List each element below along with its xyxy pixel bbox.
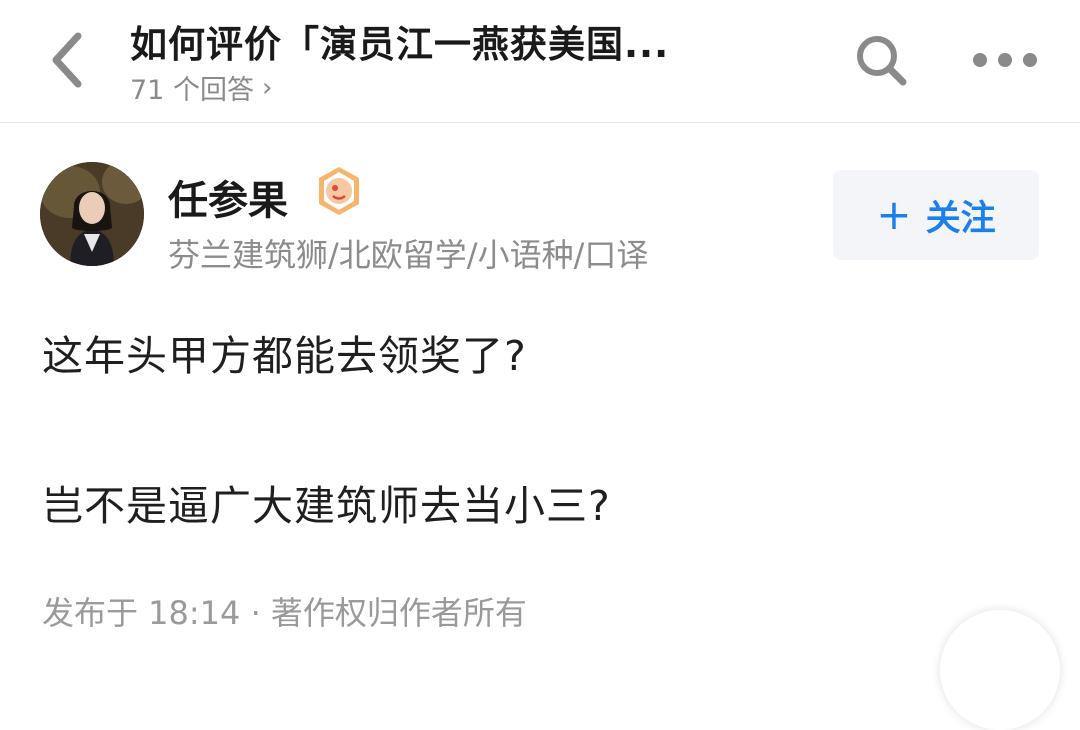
answer-count-link[interactable]: 71 个回答 › [130, 68, 272, 107]
follow-button[interactable]: + 关注 [833, 170, 1039, 260]
answer-paragraph: 这年头甲方都能去领奖了? [42, 332, 527, 380]
answer-paragraph: 岂不是逼广大建筑师去当小三? [42, 482, 611, 530]
plus-icon: + [876, 190, 912, 239]
author-avatar[interactable] [40, 162, 144, 266]
more-icon [973, 53, 1037, 67]
answer-count: 71 个回答 [130, 75, 254, 106]
avatar-image [40, 162, 144, 266]
follow-label: 关注 [925, 198, 996, 239]
search-button[interactable] [848, 30, 914, 90]
floating-action-button[interactable] [940, 610, 1060, 730]
search-icon [857, 36, 907, 86]
back-button[interactable] [40, 28, 96, 92]
top-bar: 如何评价「演员江一燕获美国... 71 个回答 › [0, 0, 1080, 123]
author-bio: 芬兰建筑狮/北欧留学/小语种/口译 [168, 236, 649, 274]
question-title[interactable]: 如何评价「演员江一燕获美国... [130, 14, 669, 68]
more-button[interactable] [965, 30, 1045, 90]
author-name[interactable]: 任参果 [168, 168, 288, 226]
chevron-left-icon [52, 32, 82, 88]
publish-meta: 发布于 18:14 · 著作权归作者所有 [42, 594, 527, 632]
verified-badge-icon [313, 165, 365, 217]
chevron-right-icon: › [261, 72, 273, 103]
